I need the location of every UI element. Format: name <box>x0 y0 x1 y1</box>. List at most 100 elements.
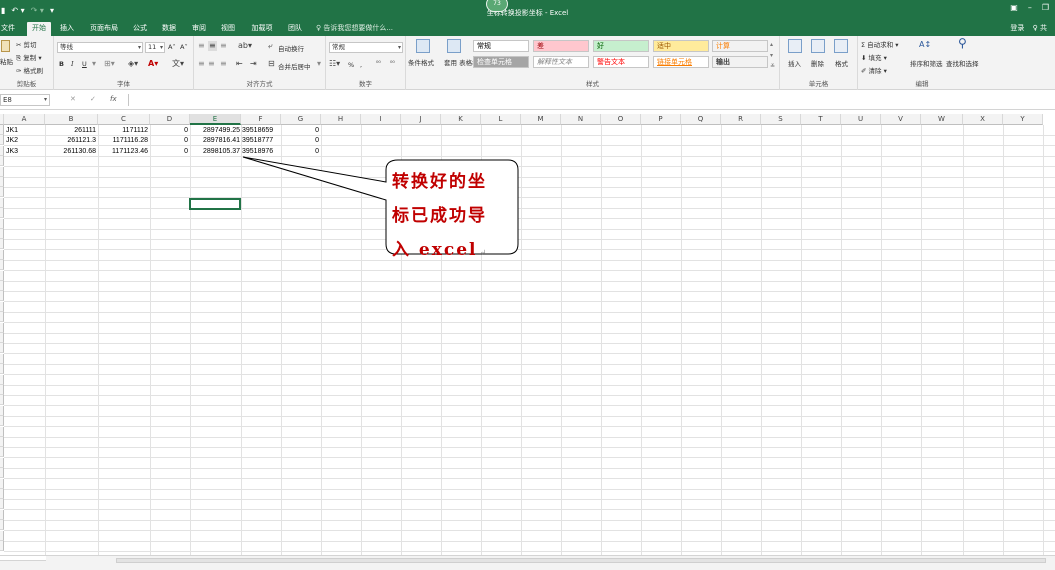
row-header[interactable] <box>0 229 4 239</box>
cell-e2[interactable]: 2897816.41 <box>191 136 240 145</box>
number-format-select[interactable]: 常规 <box>329 42 403 53</box>
cancel-icon[interactable]: ✕ <box>70 95 76 103</box>
row-header[interactable] <box>0 437 4 447</box>
copy-button[interactable]: ⎘ 复制 ▾ <box>16 52 42 63</box>
cell-e3[interactable]: 2898105.37 <box>191 147 240 156</box>
minimize-icon[interactable]: – <box>1028 3 1032 12</box>
row-header[interactable] <box>0 271 4 281</box>
cell-b1[interactable]: 261111 <box>46 126 96 135</box>
styles-scroll-down-icon[interactable]: ▾ <box>770 51 773 61</box>
find-icon[interactable]: ⚲ <box>958 37 967 49</box>
delete-cells-icon[interactable] <box>811 39 825 53</box>
tab-team[interactable]: 团队 <box>284 22 306 36</box>
column-header[interactable]: S <box>761 114 801 125</box>
column-header[interactable]: J <box>401 114 441 125</box>
tab-data[interactable]: 数据 <box>158 22 180 36</box>
tab-file[interactable]: 文件 <box>0 22 16 36</box>
column-header[interactable]: M <box>521 114 561 125</box>
paste-icon[interactable] <box>1 40 10 52</box>
row-header[interactable] <box>0 260 4 270</box>
row-header[interactable] <box>0 364 4 374</box>
cell-f2[interactable]: 39518777 <box>242 136 281 145</box>
column-header[interactable]: I <box>361 114 401 125</box>
bold-button[interactable]: B <box>59 60 64 68</box>
column-header[interactable]: X <box>963 114 1003 125</box>
format-cells-icon[interactable] <box>834 39 848 53</box>
sort-filter-icon[interactable]: A↕ <box>919 40 931 50</box>
row-header[interactable] <box>0 146 4 156</box>
find-select-button[interactable]: 查找和选择 <box>946 58 979 68</box>
tab-addins[interactable]: 加载项 <box>247 22 277 36</box>
row-header[interactable] <box>0 302 4 312</box>
row-header[interactable] <box>0 187 4 197</box>
cell-f3[interactable]: 39518976 <box>242 147 281 156</box>
style-check-cell[interactable]: 检查单元格 <box>473 56 529 68</box>
currency-icon[interactable]: ☷▾ <box>329 59 340 69</box>
fill-button[interactable]: ⬇ 填充 ▾ <box>861 52 887 62</box>
tab-insert[interactable]: 插入 <box>56 22 78 36</box>
cell-c1[interactable]: 1171112 <box>99 126 148 135</box>
tab-formulas[interactable]: 公式 <box>129 22 151 36</box>
wrap-text-icon[interactable]: ⤶ <box>268 41 272 51</box>
tell-me-search[interactable]: ♀ 告诉我您想要做什么... <box>316 23 393 33</box>
row-header[interactable] <box>0 125 4 135</box>
borders-icon[interactable]: ⊞▾ <box>104 59 115 69</box>
column-header[interactable]: E <box>190 114 241 125</box>
column-header[interactable]: G <box>281 114 321 125</box>
conditional-format-button[interactable]: 条件格式 <box>408 57 434 67</box>
merge-center-button[interactable]: 合并后居中 <box>278 61 311 71</box>
column-header[interactable]: V <box>881 114 921 125</box>
sheet-tabs-area[interactable] <box>0 556 46 561</box>
wrap-text-button[interactable]: 自动换行 <box>278 43 304 53</box>
styles-more-icon[interactable]: ≚ <box>770 62 775 72</box>
orientation-icon[interactable]: ab▾ <box>238 41 252 51</box>
font-name-select[interactable]: 等线 <box>57 42 143 53</box>
column-header[interactable]: T <box>801 114 841 125</box>
row-header[interactable] <box>0 198 4 208</box>
format-cells-button[interactable]: 格式 <box>835 58 848 68</box>
merge-center-icon[interactable]: ⊟ <box>268 59 275 69</box>
row-header[interactable] <box>0 427 4 437</box>
cell-a2[interactable]: JK2 <box>6 136 44 145</box>
increase-indent-icon[interactable]: ⇥ <box>250 59 257 69</box>
cell-c2[interactable]: 1171116.28 <box>99 136 148 145</box>
insert-cells-icon[interactable] <box>788 39 802 53</box>
enter-icon[interactable]: ✓ <box>90 95 96 103</box>
row-header[interactable] <box>0 375 4 385</box>
tab-review[interactable]: 审阅 <box>188 22 210 36</box>
row-header[interactable] <box>0 510 4 520</box>
align-bottom-icon[interactable]: ≡ <box>220 41 227 51</box>
row-header[interactable] <box>0 406 4 416</box>
phonetic-icon[interactable]: 文▾ <box>172 59 184 69</box>
column-header[interactable]: B <box>45 114 98 125</box>
percent-button[interactable]: % <box>348 61 354 69</box>
column-header[interactable]: D <box>150 114 190 125</box>
column-header[interactable]: N <box>561 114 601 125</box>
row-header[interactable] <box>0 479 4 489</box>
row-header[interactable] <box>0 333 4 343</box>
active-cell-selection[interactable] <box>189 198 241 210</box>
align-center-icon[interactable]: ≡ <box>208 59 215 69</box>
cut-button[interactable]: ✂ 剪切 <box>16 39 37 49</box>
italic-button[interactable]: I <box>71 60 74 68</box>
row-header[interactable] <box>0 468 4 478</box>
delete-cells-button[interactable]: 删除 <box>811 58 824 68</box>
cell-a3[interactable]: JK3 <box>6 147 44 156</box>
row-header[interactable] <box>0 531 4 541</box>
cell-g1[interactable]: 0 <box>282 126 319 135</box>
column-header[interactable]: U <box>841 114 881 125</box>
merge-dropdown-icon[interactable]: ▾ <box>317 59 321 69</box>
column-header[interactable]: L <box>481 114 521 125</box>
row-header[interactable] <box>0 395 4 405</box>
decrease-indent-icon[interactable]: ⇤ <box>236 59 243 69</box>
style-normal[interactable]: 常规 <box>473 40 529 52</box>
cell-e1[interactable]: 2897499.25 <box>191 126 240 135</box>
row-header[interactable] <box>0 219 4 229</box>
name-box[interactable]: E8 <box>0 94 50 106</box>
tab-view[interactable]: 视图 <box>217 22 239 36</box>
ribbon-display-icon[interactable]: ▣ <box>1010 3 1018 12</box>
share-button[interactable]: ♀ 共 <box>1033 24 1047 32</box>
fill-color-icon[interactable]: ◈▾ <box>128 59 138 69</box>
underline-dropdown-icon[interactable]: ▾ <box>92 59 96 69</box>
row-header[interactable] <box>0 135 4 145</box>
